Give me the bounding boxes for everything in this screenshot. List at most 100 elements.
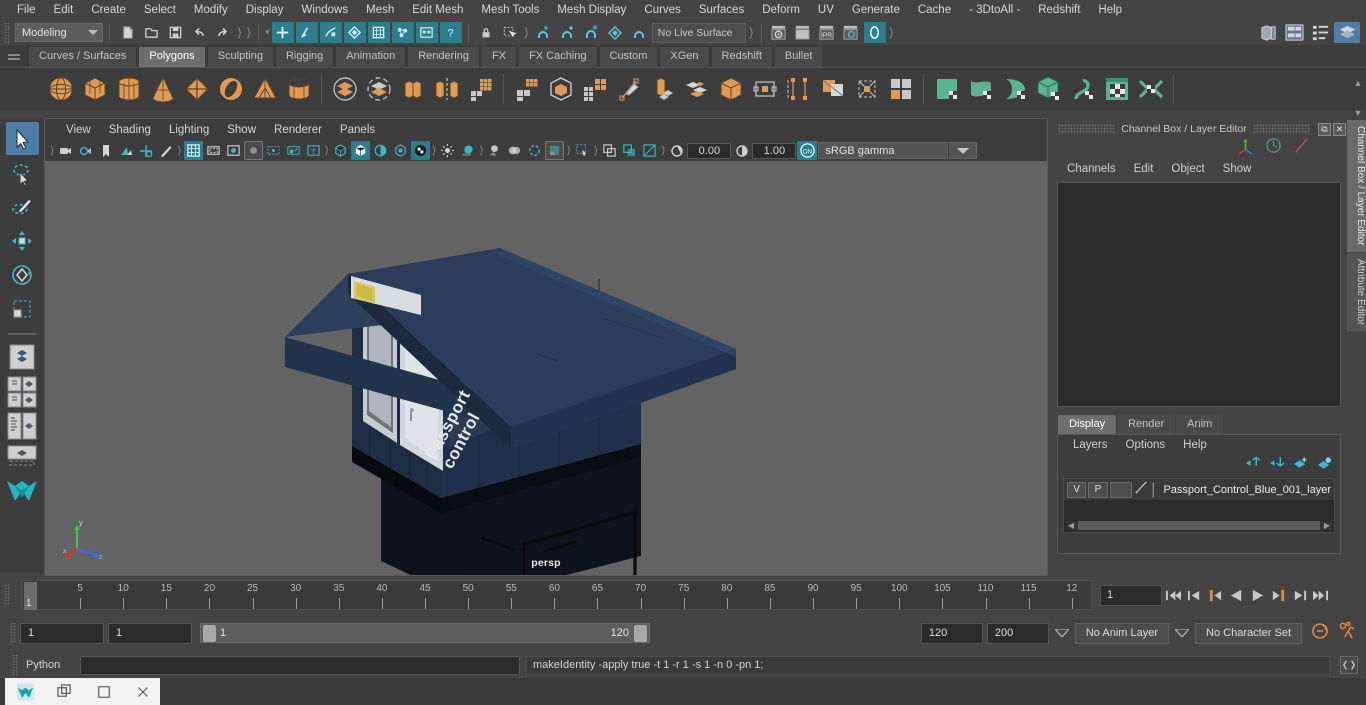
isolate-select-icon[interactable] (545, 141, 565, 160)
snap-to-view-plane-icon[interactable] (415, 22, 438, 43)
snap-to-curve-icon[interactable] (367, 22, 390, 43)
color-transform-field[interactable]: sRGB gamma (818, 142, 949, 159)
ipr-render-icon[interactable]: IPR (816, 22, 838, 43)
menu-edit-mesh[interactable]: Edit Mesh (403, 0, 472, 20)
menu-help[interactable]: Help (1089, 0, 1131, 20)
move-layer-up-icon[interactable] (1245, 455, 1261, 475)
shelf-tab-fx[interactable]: FX (480, 46, 518, 67)
command-line-grip[interactable] (12, 654, 18, 676)
viewport-menu-lighting[interactable]: Lighting (160, 124, 218, 136)
shelf-tab-rendering[interactable]: Rendering (407, 46, 480, 67)
bevel-icon[interactable] (680, 73, 713, 106)
go-to-start-icon[interactable] (1164, 585, 1183, 606)
play-backwards-icon[interactable] (1227, 585, 1246, 606)
time-slider-grip[interactable] (4, 584, 10, 606)
command-input-field[interactable] (80, 655, 520, 675)
xray-icon[interactable] (573, 141, 592, 160)
uv-editor-icon[interactable] (1100, 73, 1133, 106)
range-slider-left-handle[interactable] (203, 624, 216, 642)
viewport-menu-view[interactable]: View (57, 124, 100, 136)
new-layer-icon[interactable] (1293, 456, 1308, 475)
auto-keyframe-icon[interactable] (1310, 621, 1330, 646)
extrude-icon[interactable] (646, 73, 679, 106)
menu-display[interactable]: Display (237, 0, 293, 20)
shadows-icon[interactable] (458, 141, 477, 160)
layer-row[interactable]: V P | Passport_Control_Blue_001_layer (1064, 479, 1334, 500)
separate-icon[interactable] (430, 73, 463, 106)
uv-layout-icon[interactable] (1134, 73, 1167, 106)
snap-viewplane-magnet-icon[interactable] (628, 22, 650, 43)
snap-to-grid-icon[interactable] (343, 22, 366, 43)
layer-color-swatch-icon[interactable] (1134, 479, 1149, 501)
toolbar-expand-caret[interactable]: ▾ (265, 27, 270, 38)
move-layer-down-icon[interactable] (1269, 456, 1285, 475)
render-sequence-icon[interactable] (792, 22, 814, 43)
uv-cube-map-icon[interactable] (1032, 73, 1065, 106)
outliner-icon[interactable] (1256, 22, 1280, 43)
step-forward-keyframe-icon[interactable] (1290, 585, 1309, 606)
viewport-menu-renderer[interactable]: Renderer (265, 124, 331, 136)
live-surface-field[interactable]: No Live Surface (651, 22, 746, 43)
bridge-icon[interactable] (714, 73, 747, 106)
grease-pencil-icon[interactable] (156, 141, 175, 160)
shelf-tab-fx-caching[interactable]: FX Caching (518, 46, 598, 67)
quick-layout-outliner-persp[interactable] (6, 374, 39, 410)
toolbar-collapse-bracket-3[interactable]: ⟩ (524, 25, 529, 41)
layer-list[interactable]: V P | Passport_Control_Blue_001_layer ◀ … (1063, 478, 1335, 533)
channelbox-menu-channels[interactable]: Channels (1058, 163, 1125, 175)
poly-cube-wire-icon[interactable] (544, 73, 577, 106)
paint-select-tool[interactable] (6, 190, 39, 223)
gamma-value-field[interactable]: 1.00 (752, 142, 797, 159)
scroll-right-icon[interactable]: ▶ (1322, 521, 1332, 530)
channelbox-menu-show[interactable]: Show (1214, 163, 1261, 175)
uv-cut-icon[interactable] (998, 73, 1031, 106)
window-stack-icon[interactable] (56, 683, 73, 700)
shelf-menu-icon[interactable] (6, 48, 22, 66)
anim-layer-dropdown-icon[interactable] (1053, 623, 1071, 644)
lasso-select-tool[interactable] (6, 156, 39, 189)
range-slider[interactable]: 1 120 (200, 623, 650, 643)
color-management-icon[interactable]: ON (797, 141, 818, 160)
tab-display[interactable]: Display (1058, 415, 1117, 434)
shelf-tab-custom[interactable]: Custom (598, 46, 659, 67)
textured-icon[interactable] (410, 141, 430, 160)
viewport-menu-show[interactable]: Show (218, 124, 265, 136)
toolbar-collapse-bracket[interactable]: ⟩ (237, 25, 242, 41)
poly-cone-icon[interactable] (146, 73, 179, 106)
multi-cut-grid-icon[interactable] (464, 73, 497, 106)
gamma-dial-icon[interactable] (732, 141, 751, 160)
make-live-icon[interactable]: ? (439, 22, 462, 43)
render-current-frame-icon[interactable] (768, 22, 790, 43)
scroll-thumb[interactable] (1078, 521, 1320, 530)
save-scene-icon[interactable] (164, 22, 186, 43)
tab-anim[interactable]: Anim (1176, 415, 1224, 434)
smooth-icon[interactable] (510, 73, 543, 106)
channel-box-icon[interactable] (1334, 22, 1360, 43)
hypergraph-icon[interactable] (1282, 22, 1306, 43)
camera-attributes-icon[interactable] (76, 141, 95, 160)
range-bar-grip[interactable] (10, 622, 16, 644)
menu-mesh-tools[interactable]: Mesh Tools (472, 0, 548, 20)
snap-grid-magnet-icon[interactable] (532, 22, 554, 43)
viewport-toolbar-bracket-4[interactable]: ⟩ (432, 144, 436, 157)
channel-box-content[interactable] (1057, 182, 1341, 407)
menu-mesh-display[interactable]: Mesh Display (548, 0, 635, 20)
new-scene-icon[interactable] (116, 22, 138, 43)
slide-edge-icon[interactable] (850, 73, 883, 106)
close-icon[interactable]: ✕ (1333, 122, 1346, 136)
toolbar-collapse-bracket-4[interactable]: ⟩ (749, 25, 754, 41)
open-scene-icon[interactable] (140, 22, 162, 43)
channelbox-menu-edit[interactable]: Edit (1125, 163, 1163, 175)
poly-sphere-icon[interactable] (44, 73, 77, 106)
viewport-toolbar-bracket[interactable]: ⟩ (50, 144, 54, 157)
viewport-toolbar-bracket-3[interactable]: ⟩ (325, 144, 329, 157)
layer-options-menu[interactable]: Options (1117, 439, 1175, 451)
uv-unfold-icon[interactable] (1066, 73, 1099, 106)
character-set-dropdown-icon[interactable] (1173, 623, 1191, 644)
shelf-tab-redshift[interactable]: Redshift (710, 46, 773, 67)
scroll-left-icon[interactable]: ◀ (1066, 521, 1076, 530)
ambient-occlusion-icon[interactable] (485, 141, 504, 160)
vtab-attribute-editor[interactable]: Attribute Editor (1347, 252, 1366, 332)
step-forward-frame-icon[interactable] (1269, 585, 1288, 606)
poly-torus-icon[interactable] (214, 73, 247, 106)
